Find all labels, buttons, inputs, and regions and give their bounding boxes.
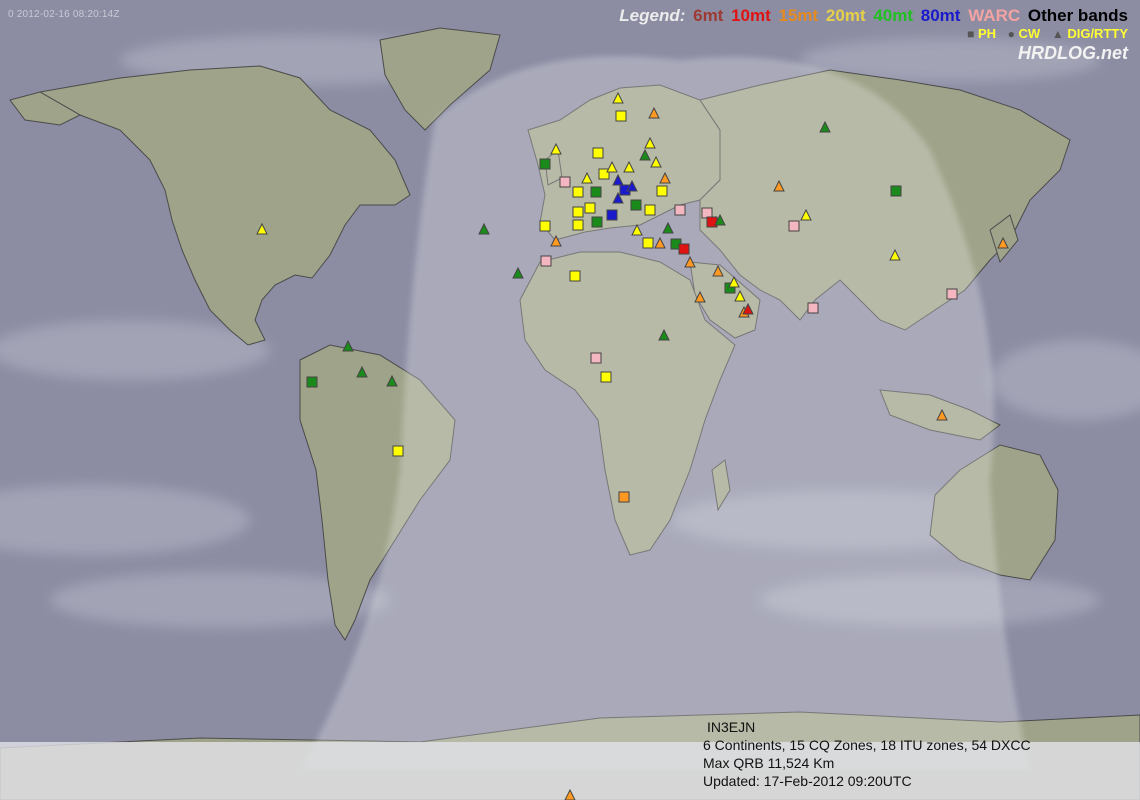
spot-marker[interactable] — [591, 216, 603, 228]
legend-band-80mt: 80mt — [920, 6, 961, 25]
spot-marker[interactable] — [714, 214, 726, 226]
triangle-icon: ▲ — [1051, 27, 1064, 41]
spot-marker[interactable] — [654, 237, 666, 249]
spot-marker[interactable] — [659, 172, 671, 184]
map-background — [0, 0, 1140, 800]
spot-marker[interactable] — [572, 186, 584, 198]
spot-marker[interactable] — [644, 204, 656, 216]
spot-marker[interactable] — [890, 185, 902, 197]
spot-marker[interactable] — [606, 209, 618, 221]
spot-marker[interactable] — [564, 789, 576, 800]
circle-icon: ● — [1007, 27, 1015, 41]
legend-mode-ph: PH — [977, 26, 997, 41]
stats-summary: 6 Continents, 15 CQ Zones, 18 ITU zones,… — [703, 737, 1031, 753]
spot-marker[interactable] — [997, 237, 1009, 249]
spot-marker[interactable] — [631, 224, 643, 236]
spot-marker[interactable] — [658, 329, 670, 341]
spot-marker[interactable] — [612, 192, 624, 204]
spot-marker[interactable] — [800, 209, 812, 221]
spot-marker[interactable] — [540, 255, 552, 267]
spot-marker[interactable] — [572, 219, 584, 231]
spot-marker[interactable] — [936, 409, 948, 421]
spot-marker[interactable] — [559, 176, 571, 188]
spot-marker[interactable] — [606, 161, 618, 173]
legend-band-6mt: 6mt — [693, 6, 724, 25]
spot-marker[interactable] — [742, 303, 754, 315]
world-map: 0 2012-02-16 08:20:14Z Legend: 6mt 10mt … — [0, 0, 1140, 800]
legend: Legend: 6mt 10mt 15mt 20mt 40mt 80mt WAR… — [616, 6, 1128, 63]
legend-band-20mt: 20mt — [825, 6, 866, 25]
stats-qrb: Max QRB 11,524 Km — [703, 755, 835, 771]
legend-label: Legend: — [619, 6, 686, 25]
spot-marker[interactable] — [342, 340, 354, 352]
spot-marker[interactable] — [572, 206, 584, 218]
spot-marker[interactable] — [678, 243, 690, 255]
spot-marker[interactable] — [478, 223, 490, 235]
square-icon: ■ — [967, 27, 975, 41]
spot-marker[interactable] — [819, 121, 831, 133]
spot-marker[interactable] — [569, 270, 581, 282]
legend-band-row: Legend: 6mt 10mt 15mt 20mt 40mt 80mt WAR… — [616, 6, 1128, 26]
spot-marker[interactable] — [612, 92, 624, 104]
spot-marker[interactable] — [615, 110, 627, 122]
spot-marker[interactable] — [392, 445, 404, 457]
spot-marker[interactable] — [788, 220, 800, 232]
spot-marker[interactable] — [592, 147, 604, 159]
spot-marker[interactable] — [256, 223, 268, 235]
spot-marker[interactable] — [539, 158, 551, 170]
spot-marker[interactable] — [386, 375, 398, 387]
spot-marker[interactable] — [728, 276, 740, 288]
spot-marker[interactable] — [734, 290, 746, 302]
spot-marker[interactable] — [550, 143, 562, 155]
spot-marker[interactable] — [600, 371, 612, 383]
spot-marker[interactable] — [644, 137, 656, 149]
spot-marker[interactable] — [662, 222, 674, 234]
spot-marker[interactable] — [581, 172, 593, 184]
spot-marker[interactable] — [618, 491, 630, 503]
spot-marker[interactable] — [694, 291, 706, 303]
spot-marker[interactable] — [539, 220, 551, 232]
stats-updated: Updated: 17-Feb-2012 09:20UTC — [703, 773, 912, 789]
spot-marker[interactable] — [648, 107, 660, 119]
spot-marker[interactable] — [306, 376, 318, 388]
spot-marker[interactable] — [590, 352, 602, 364]
spot-marker[interactable] — [626, 180, 638, 192]
brand-link[interactable]: HRDLOG.net — [616, 43, 1128, 63]
spot-marker[interactable] — [684, 256, 696, 268]
map-timestamp: 0 2012-02-16 08:20:14Z — [8, 9, 120, 20]
spot-marker[interactable] — [889, 249, 901, 261]
spot-marker[interactable] — [773, 180, 785, 192]
callsign: IN3EJN — [707, 719, 756, 735]
legend-band-other: Other bands — [1027, 6, 1128, 25]
legend-band-warc: WARC — [968, 6, 1021, 25]
spot-marker[interactable] — [650, 156, 662, 168]
spot-marker[interactable] — [642, 237, 654, 249]
spot-marker[interactable] — [590, 186, 602, 198]
spot-marker[interactable] — [550, 235, 562, 247]
spot-marker[interactable] — [656, 185, 668, 197]
spot-marker[interactable] — [807, 302, 819, 314]
legend-mode-dig: DIG/RTTY — [1067, 26, 1128, 41]
legend-band-10mt: 10mt — [731, 6, 771, 25]
spot-marker[interactable] — [584, 202, 596, 214]
spot-marker[interactable] — [356, 366, 368, 378]
legend-mode-row: ■ PH ● CW ▲ DIG/RTTY — [616, 26, 1128, 42]
stats-panel: IN3EJN 6 Continents, 15 CQ Zones, 18 ITU… — [703, 718, 1031, 790]
legend-band-15mt: 15mt — [778, 6, 819, 25]
spot-marker[interactable] — [946, 288, 958, 300]
spot-marker[interactable] — [712, 265, 724, 277]
spot-marker[interactable] — [630, 199, 642, 211]
legend-band-40mt: 40mt — [873, 6, 914, 25]
spot-marker[interactable] — [623, 161, 635, 173]
spot-marker[interactable] — [674, 204, 686, 216]
legend-mode-cw: CW — [1018, 26, 1041, 41]
spot-marker[interactable] — [512, 267, 524, 279]
